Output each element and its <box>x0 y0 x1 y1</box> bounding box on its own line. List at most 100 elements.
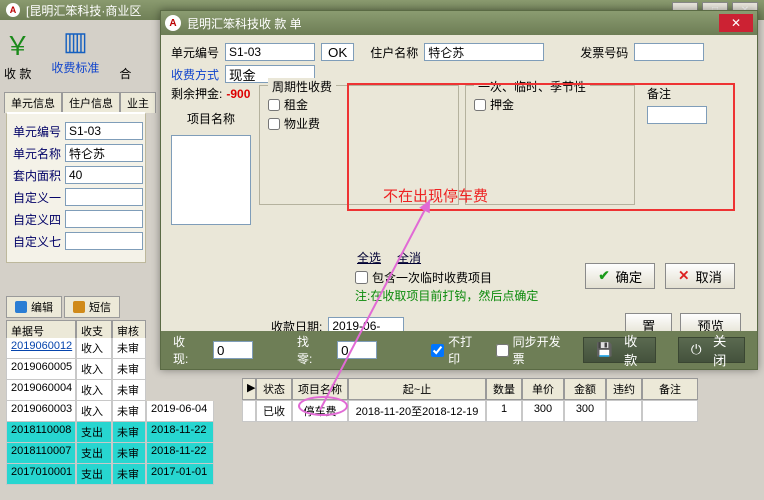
c-name: 停车费 <box>292 400 348 422</box>
include-temp-box[interactable] <box>355 271 368 284</box>
unit-no-label: 单元编号 <box>9 123 61 140</box>
table-cell: 2018-11-22 <box>146 443 214 464</box>
table-row[interactable]: 2018110007支出未审2018-11-22 <box>6 443 214 464</box>
table-cell: 收入 <box>76 338 112 359</box>
yen-icon: ￥ <box>5 26 31 63</box>
once-fieldset: 一次、临时、季节性 押金 <box>465 85 635 205</box>
cancel-button[interactable]: ✕取消 <box>665 263 735 289</box>
dialog-close-icon[interactable]: ✕ <box>719 14 753 32</box>
note-field[interactable] <box>647 106 707 124</box>
table-cell: 2017010001 <box>6 464 76 485</box>
check-icon: ✔ <box>598 268 609 284</box>
change-field[interactable] <box>337 341 377 359</box>
unit-no-field[interactable] <box>65 122 143 140</box>
left-form: 单元编号 单元名称 套内面积 自定义一 自定义四 自定义七 <box>6 112 146 263</box>
cash-field[interactable] <box>213 341 253 359</box>
dialog-row2: 收费方式 <box>171 65 747 83</box>
d-invoice-field[interactable] <box>634 43 704 61</box>
custom4-field[interactable] <box>65 210 143 228</box>
noprint-check[interactable]: 不打印 <box>431 333 482 367</box>
sync-invoice-box[interactable] <box>496 344 509 357</box>
d-unitno-field[interactable] <box>225 43 315 61</box>
c-qty: 1 <box>486 400 522 422</box>
ok-cancel-group: ✔确定 ✕取消 <box>585 263 735 289</box>
row-marker: ▶ <box>242 378 256 400</box>
chk-deposit[interactable]: 押金 <box>474 96 626 113</box>
chk-rent-box[interactable] <box>268 99 280 111</box>
table-cell: 2019060012 <box>6 338 76 359</box>
ok-button[interactable]: OK <box>321 43 354 61</box>
c-pen <box>606 400 642 422</box>
receipt-dialog: A 昆明汇笨科技收 款 单 ✕ 单元编号 OK 住户名称 发票号码 收费方式 剩… <box>160 10 758 370</box>
sms-tab[interactable]: 短信 <box>64 296 120 318</box>
left-tabs: 单元信息 住户信息 业主 <box>4 92 156 113</box>
save-button[interactable]: 💾收款 <box>583 337 656 363</box>
custom4-label: 自定义四 <box>9 211 61 228</box>
app-logo-icon: A <box>6 3 20 17</box>
c-range: 2018-11-20至2018-12-19 <box>348 400 486 422</box>
shoukuan-button[interactable]: ￥ 收 款 <box>4 26 31 82</box>
h-amt: 金额 <box>564 378 606 400</box>
change-label: 找零: <box>297 333 323 367</box>
c-amt: 300 <box>564 400 606 422</box>
h-stat: 状态 <box>256 378 292 400</box>
noprint-label: 不打印 <box>448 333 482 367</box>
close-button[interactable]: ⏻关闭 <box>678 337 745 363</box>
record-tabs: 编辑 短信 <box>6 296 120 318</box>
once-legend: 一次、临时、季节性 <box>474 78 590 95</box>
dialog-bottom-bar: 收现: 找零: 不打印 同步开发票 💾收款 ⏻关闭 <box>161 331 757 369</box>
sms-icon <box>73 301 85 313</box>
table-row[interactable]: 2019060003收入未审2019-06-04 <box>6 401 214 422</box>
table-cell: 支出 <box>76 464 112 485</box>
table-cell: 2019060004 <box>6 380 76 401</box>
table-cell: 2018110008 <box>6 422 76 443</box>
confirm-button[interactable]: ✔确定 <box>585 263 655 289</box>
tab-owner[interactable]: 业主 <box>120 92 156 113</box>
periodic-fieldset: 周期性收费 租金 物业费 <box>259 85 459 205</box>
d-cust-field[interactable] <box>424 43 544 61</box>
deposit-value: -900 <box>226 87 250 101</box>
save-icon: 💾 <box>596 342 613 358</box>
clear-all-link[interactable]: 全消 <box>397 249 421 266</box>
proj-name-label: 项目名称 <box>171 110 251 127</box>
table-cell: 2017-01-01 <box>146 464 214 485</box>
table-cell: 2019060003 <box>6 401 76 422</box>
table-row[interactable]: 2019060004收入未审 <box>6 380 214 401</box>
custom7-field[interactable] <box>65 232 143 250</box>
unit-name-field[interactable] <box>65 144 143 162</box>
table-cell: 未审 <box>112 443 146 464</box>
custom1-field[interactable] <box>65 188 143 206</box>
chk-property[interactable]: 物业费 <box>268 115 450 132</box>
left-column: 剩余押金: -900 项目名称 <box>171 85 251 225</box>
sync-invoice-label: 同步开发票 <box>513 333 569 367</box>
table-cell: 未审 <box>112 359 146 380</box>
tab-resident-info[interactable]: 住户信息 <box>62 92 120 113</box>
d-unitno-label: 单元编号 <box>171 44 219 61</box>
chk-deposit-box[interactable] <box>474 99 486 111</box>
h-name: 项目名称 <box>292 378 348 400</box>
chk-property-label: 物业费 <box>284 115 320 132</box>
table-row[interactable]: 2018110008支出未审2018-11-22 <box>6 422 214 443</box>
chk-rent[interactable]: 租金 <box>268 96 450 113</box>
table-cell: 2019-06-04 <box>146 401 214 422</box>
select-all-link[interactable]: 全选 <box>357 249 381 266</box>
note-header: 备注 <box>647 85 707 102</box>
area-field[interactable] <box>65 166 143 184</box>
table-row[interactable]: 2017010001支出未审2017-01-01 <box>6 464 214 485</box>
table-cell: 2019060005 <box>6 359 76 380</box>
fee-standard-button[interactable]: ▥ 收费标准 <box>51 26 99 76</box>
tab-unit-info[interactable]: 单元信息 <box>4 92 62 113</box>
noprint-box[interactable] <box>431 344 444 357</box>
proj-name-list[interactable] <box>171 135 251 225</box>
dialog-titlebar[interactable]: A 昆明汇笨科技收 款 单 ✕ <box>161 11 757 35</box>
detail-header: ▶ 状态 项目名称 起~止 数量 单价 金额 违约 备注 <box>242 378 698 400</box>
edit-tab[interactable]: 编辑 <box>6 296 62 318</box>
fee-standard-label: 收费标准 <box>51 59 99 76</box>
hint-text: 注:在收取项目前打钩，然后点确定 <box>355 287 538 304</box>
table-cell: 2018110007 <box>6 443 76 464</box>
sync-invoice-check[interactable]: 同步开发票 <box>496 333 569 367</box>
chk-property-box[interactable] <box>268 118 280 130</box>
detail-row[interactable]: 已收 停车费 2018-11-20至2018-12-19 1 300 300 <box>242 400 698 422</box>
include-temp[interactable]: 包含一次临时收费项目 <box>355 269 492 286</box>
x-icon: ✕ <box>678 268 689 284</box>
